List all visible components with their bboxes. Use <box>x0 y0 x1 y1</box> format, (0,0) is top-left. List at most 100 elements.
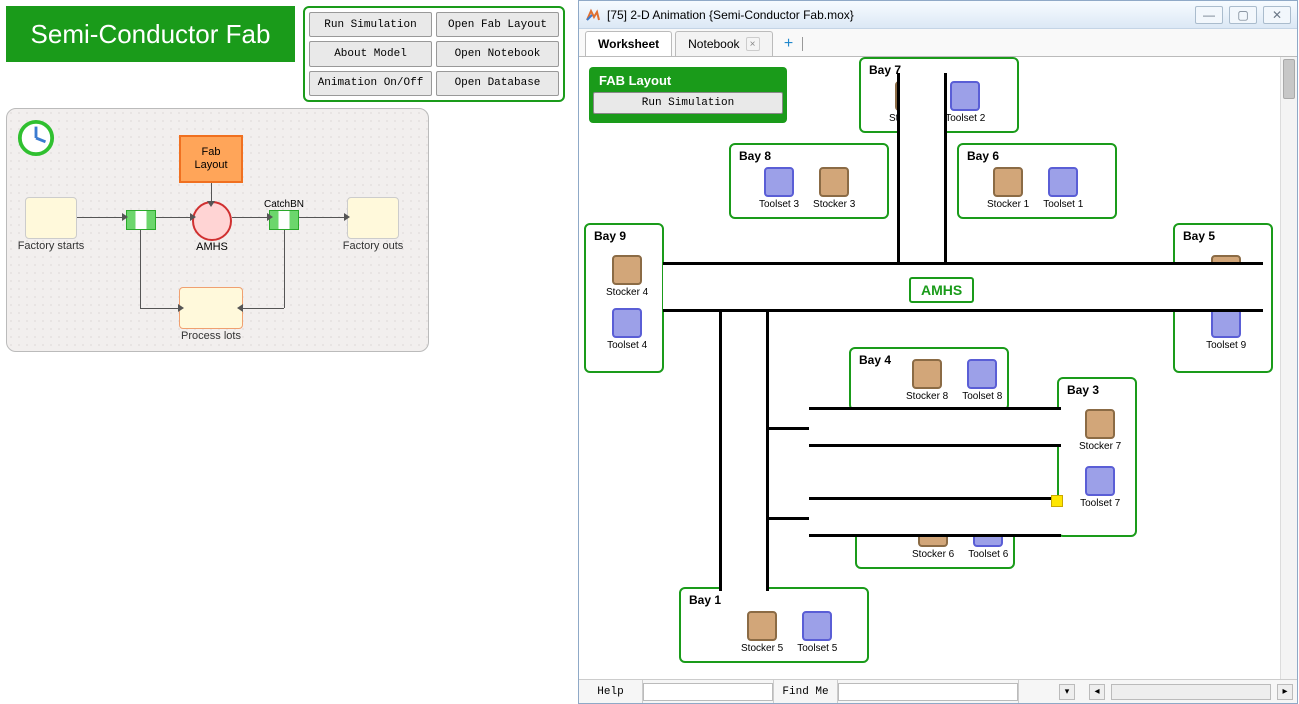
toolset-9[interactable]: Toolset 9 <box>1205 308 1247 351</box>
animation-window: [75] 2-D Animation {Semi-Conductor Fab.m… <box>578 0 1298 704</box>
bay-9[interactable]: Bay 9 Stocker 4 Toolset 4 <box>584 223 664 373</box>
window-title: [75] 2-D Animation {Semi-Conductor Fab.m… <box>607 8 854 22</box>
horizontal-scrollbar[interactable]: ▾ ◂ ▸ <box>1019 684 1297 700</box>
tab-close-icon[interactable]: × <box>746 37 760 51</box>
animation-toggle-button[interactable]: Animation On/Off <box>309 71 432 96</box>
scroll-left-button[interactable]: ◂ <box>1089 684 1105 700</box>
scroll-track[interactable] <box>1111 684 1271 700</box>
stocker-5[interactable]: Stocker 5 <box>741 611 783 654</box>
fab-layout-panel: FAB Layout Run Simulation <box>589 67 787 123</box>
stocker-4[interactable]: Stocker 4 <box>606 255 648 298</box>
clock-icon <box>17 119 55 157</box>
scrollbar-thumb[interactable] <box>1283 59 1295 99</box>
amhs-track-h2 <box>809 407 1061 447</box>
window-titlebar: [75] 2-D Animation {Semi-Conductor Fab.m… <box>579 1 1297 29</box>
toolset-2-label: Toolset 2 <box>945 113 985 124</box>
scroll-right-button[interactable]: ▸ <box>1277 684 1293 700</box>
amhs-stub <box>765 427 810 430</box>
toolset-8[interactable]: Toolset 8 <box>962 359 1002 402</box>
factory-starts-node[interactable]: Factory starts <box>25 197 77 239</box>
factory-outs-node[interactable]: Factory outs <box>347 197 399 239</box>
status-input-1[interactable] <box>643 683 773 701</box>
window-close-button[interactable]: ✕ <box>1263 6 1291 24</box>
bay-6-title: Bay 6 <box>967 149 999 163</box>
bay-5-title: Bay 5 <box>1183 229 1215 243</box>
control-button-panel: Run Simulation Open Fab Layout About Mod… <box>303 6 565 102</box>
toolset-9-label: Toolset 9 <box>1206 340 1246 351</box>
catchbn-label: CatchBN <box>264 199 304 210</box>
arrow <box>77 217 122 218</box>
tab-notebook-label: Notebook <box>688 37 739 51</box>
open-database-button[interactable]: Open Database <box>436 71 559 96</box>
find-me-cell[interactable]: Find Me <box>774 680 838 703</box>
bay-4[interactable]: Bay 4 Stocker 8 Toolset 8 <box>849 347 1009 411</box>
toolset-3[interactable]: Toolset 3 <box>759 167 799 210</box>
bay-6[interactable]: Bay 6 Stocker 1 Toolset 1 <box>957 143 1117 219</box>
scroll-dropdown-icon[interactable]: ▾ <box>1059 684 1075 700</box>
stocker-3[interactable]: Stocker 3 <box>813 167 855 210</box>
arrow <box>140 308 178 309</box>
fab-run-simulation-button[interactable]: Run Simulation <box>593 92 783 114</box>
amhs-label: AMHS <box>196 241 228 253</box>
run-simulation-button[interactable]: Run Simulation <box>309 12 432 37</box>
app-logo-icon <box>585 7 601 23</box>
toolset-2[interactable]: Toolset 2 <box>945 81 985 124</box>
arrow <box>156 217 190 218</box>
stocker-4-label: Stocker 4 <box>606 287 648 298</box>
amhs-track-h3 <box>809 497 1061 537</box>
open-fab-layout-button[interactable]: Open Fab Layout <box>436 12 559 37</box>
arrow <box>299 217 344 218</box>
tab-worksheet-label: Worksheet <box>598 37 659 51</box>
toolset-4[interactable]: Toolset 4 <box>606 308 648 351</box>
open-notebook-button[interactable]: Open Notebook <box>436 41 559 66</box>
arrow <box>284 230 285 308</box>
stocker-8[interactable]: Stocker 8 <box>906 359 948 402</box>
bay-3-title: Bay 3 <box>1067 383 1099 397</box>
process-lots-node[interactable]: Process lots <box>179 287 243 329</box>
tab-worksheet[interactable]: Worksheet <box>585 31 672 56</box>
toolset-8-label: Toolset 8 <box>962 391 1002 402</box>
toolset-1[interactable]: Toolset 1 <box>1043 167 1083 210</box>
tab-cursor-icon <box>802 37 803 51</box>
bay-3[interactable]: Bay 3 Stocker 7 Toolset 7 <box>1057 377 1137 537</box>
agv-marker-icon <box>1051 495 1063 507</box>
process-lots-label: Process lots <box>181 330 241 342</box>
toolset-6-label: Toolset 6 <box>968 549 1008 560</box>
amhs-node[interactable]: AMHS <box>192 201 232 241</box>
stocker-3-label: Stocker 3 <box>813 199 855 210</box>
amhs-track-v1b <box>897 133 947 263</box>
bay-4-title: Bay 4 <box>859 353 891 367</box>
stocker-1[interactable]: Stocker 1 <box>987 167 1029 210</box>
toolset-1-label: Toolset 1 <box>1043 199 1083 210</box>
tab-add-button[interactable]: + <box>780 35 798 53</box>
fab-layout-label: Fab Layout <box>194 146 227 172</box>
bay-1-title: Bay 1 <box>689 593 721 607</box>
status-input-2[interactable] <box>838 683 1018 701</box>
flow-gate-right[interactable]: CatchBN <box>269 210 299 230</box>
arrow <box>243 308 284 309</box>
bay-8[interactable]: Bay 8 Toolset 3 Stocker 3 <box>729 143 889 219</box>
flow-gate-left[interactable] <box>126 210 156 230</box>
toolset-7[interactable]: Toolset 7 <box>1079 466 1121 509</box>
amhs-stub <box>765 517 810 520</box>
canvas-area[interactable]: FAB Layout Run Simulation AMHS Bay 7 Sto… <box>579 57 1297 679</box>
stocker-7[interactable]: Stocker 7 <box>1079 409 1121 452</box>
stocker-5-label: Stocker 5 <box>741 643 783 654</box>
bay-8-title: Bay 8 <box>739 149 771 163</box>
fab-layout-node[interactable]: Fab Layout <box>179 135 243 183</box>
stocker-1-label: Stocker 1 <box>987 199 1029 210</box>
window-maximize-button[interactable]: ▢ <box>1229 6 1257 24</box>
toolset-3-label: Toolset 3 <box>759 199 799 210</box>
amhs-track-v2 <box>719 311 769 591</box>
toolset-5-label: Toolset 5 <box>797 643 837 654</box>
bay-1[interactable]: Bay 1 Stocker 5 Toolset 5 <box>679 587 869 663</box>
tab-notebook[interactable]: Notebook × <box>675 31 772 56</box>
help-cell[interactable]: Help <box>579 680 643 703</box>
arrow <box>232 217 267 218</box>
stocker-7-label: Stocker 7 <box>1079 441 1121 452</box>
vertical-scrollbar[interactable] <box>1280 57 1297 679</box>
about-model-button[interactable]: About Model <box>309 41 432 66</box>
window-minimize-button[interactable]: — <box>1195 6 1223 24</box>
toolset-5[interactable]: Toolset 5 <box>797 611 837 654</box>
factory-outs-label: Factory outs <box>343 240 404 252</box>
